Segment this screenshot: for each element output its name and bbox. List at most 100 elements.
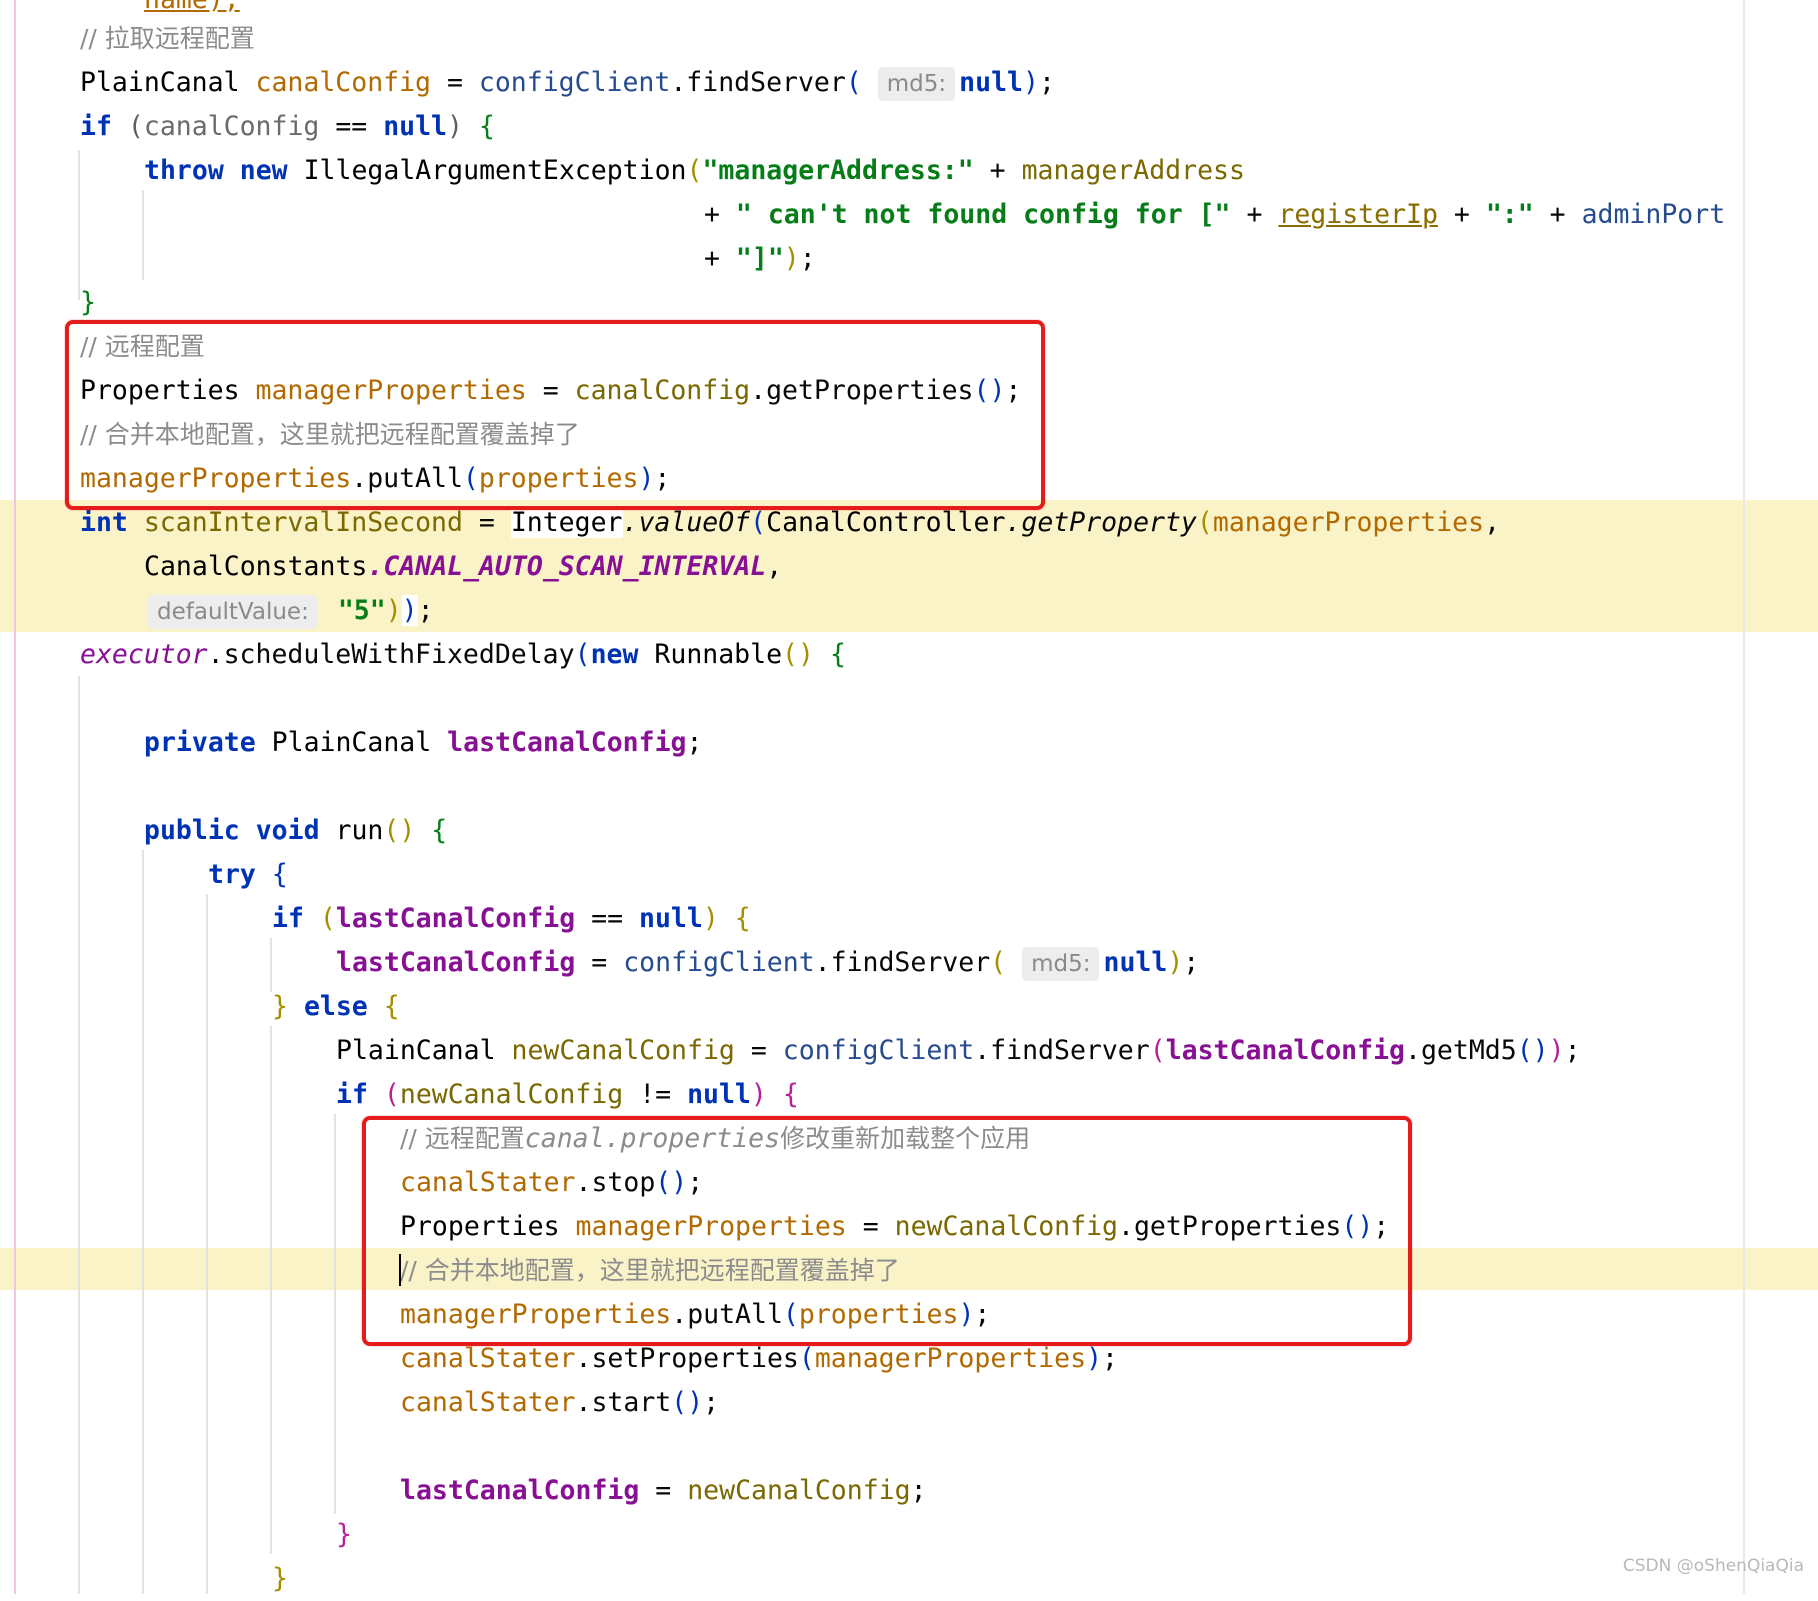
code-keyword: null [639, 903, 703, 934]
code-line: if (lastCanalConfig == null) { [272, 903, 751, 934]
code-token: lastCanalConfig [336, 947, 576, 978]
code-token: ; [910, 1475, 927, 1506]
code-token: } [80, 287, 96, 318]
code-token: = [639, 1475, 688, 1506]
code-token: == [575, 903, 640, 934]
code-line: PlainCanal newCanalConfig = configClient… [336, 1035, 1581, 1066]
code-line: // 拉取远程配置 [80, 17, 255, 61]
code-token: lastCanalConfig [1165, 1035, 1406, 1066]
code-token: = [575, 947, 624, 978]
code-token: CanalController [766, 507, 1006, 538]
code-token: ; [703, 1387, 720, 1418]
code-token: .findServer [814, 947, 991, 978]
code-token: .valueOf [622, 507, 751, 538]
code-token: .getMd5 [1405, 1035, 1517, 1066]
code-token: .getProperty [1005, 507, 1197, 538]
code-token: != [623, 1079, 688, 1110]
code-token: .scheduleWithFixedDelay [207, 639, 575, 670]
code-token: = [431, 67, 479, 98]
code-token: Runnable [654, 639, 783, 670]
code-line: CanalConstants.CANAL_AUTO_SCAN_INTERVAL, [144, 545, 782, 589]
code-token: lastCanalConfig [335, 903, 576, 934]
right-margin-guide [1743, 0, 1745, 1594]
code-editor[interactable]: name); // 拉取远程配置 PlainCanal canalConfig … [0, 0, 1818, 1594]
code-constant: .CANAL_AUTO_SCAN_INTERVAL [367, 551, 767, 582]
code-line: executor.scheduleWithFixedDelay(new Runn… [80, 639, 846, 670]
code-token: , [1484, 507, 1501, 538]
code-keyword: else [303, 991, 368, 1022]
code-token: .setProperties [575, 1343, 799, 1374]
code-keyword: int [80, 507, 128, 538]
code-line: } [80, 281, 96, 325]
code-token: , [766, 551, 783, 582]
code-token: managerAddress [1021, 155, 1245, 186]
code-token: IllegalArgumentException [303, 155, 687, 186]
code-keyword: private [144, 727, 256, 758]
code-token: configClient [782, 1035, 975, 1066]
indent-guide [78, 150, 80, 300]
code-keyword: new [590, 639, 639, 670]
code-token: } [272, 1563, 288, 1594]
code-line: PlainCanal canalConfig = configClient.fi… [80, 61, 1055, 105]
code-token: + [973, 155, 1022, 186]
code-token: = [462, 507, 511, 538]
code-token: adminPort [1581, 199, 1726, 230]
code-token: PlainCanal [271, 727, 432, 758]
code-line: canalStater.start(); [400, 1387, 720, 1418]
code-token: configClient [623, 947, 815, 978]
code-token: + [704, 199, 736, 230]
code-string: " can't not found config for [" [735, 199, 1231, 230]
code-keyword: if [80, 111, 112, 142]
annotation-box-remote-config [65, 320, 1045, 510]
indent-guide [270, 938, 272, 992]
code-token: lastCanalConfig [400, 1475, 640, 1506]
code-token: .findServer [974, 1035, 1150, 1066]
code-token: newCanalConfig [687, 1475, 911, 1506]
code-token: ; [1564, 1035, 1581, 1066]
code-token: CanalConstants [144, 551, 368, 582]
code-string: "]" [735, 243, 784, 274]
code-token: PlainCanal [80, 67, 240, 98]
code-token: scanIntervalInSecond [143, 507, 463, 538]
code-token: Integer [510, 507, 623, 538]
code-keyword: new [239, 155, 288, 186]
code-string: ":" [1485, 199, 1534, 230]
indent-guide [270, 1026, 272, 1554]
code-token: executor [80, 639, 208, 670]
code-token: == [319, 111, 384, 142]
code-token: .findServer [670, 67, 846, 98]
code-line: } [272, 1557, 288, 1601]
code-token: ; [417, 595, 434, 626]
code-token: managerProperties [1212, 507, 1485, 538]
code-line: } [336, 1513, 352, 1557]
code-keyword: try [208, 859, 256, 890]
code-line: lastCanalConfig = configClient.findServe… [336, 941, 1199, 985]
code-line: + "]"); [704, 243, 816, 274]
code-line: if (canalConfig == null) { [80, 111, 495, 142]
code-token: registerIp [1278, 199, 1438, 230]
annotation-box-reload-config [362, 1116, 1412, 1346]
code-keyword: null [1103, 947, 1168, 978]
code-line: defaultValue: "5")); [148, 589, 434, 633]
code-token: managerProperties [814, 1343, 1087, 1374]
gutter-margin-line [14, 0, 16, 1594]
watermark: CSDN @oShenQiaQia [1622, 1556, 1804, 1576]
code-keyword: null [383, 111, 448, 142]
code-keyword: void [255, 815, 320, 846]
code-token: ; [1102, 1343, 1119, 1374]
code-line: lastCanalConfig = newCanalConfig; [400, 1469, 927, 1513]
code-token: = [734, 1035, 783, 1066]
code-token: canalConfig [143, 111, 320, 142]
code-token: + [704, 243, 736, 274]
code-keyword: null [687, 1079, 751, 1110]
code-token: newCanalConfig [399, 1079, 624, 1110]
code-string: "managerAddress:" [702, 155, 974, 186]
code-comment: // 拉取远程配置 [80, 24, 255, 53]
indent-guide [142, 190, 144, 280]
code-keyword: if [272, 903, 304, 934]
indent-guide [142, 850, 144, 1594]
code-token: canalStater [400, 1387, 576, 1418]
indent-guide [206, 894, 208, 1594]
code-line: if (newCanalConfig != null) { [336, 1079, 799, 1110]
code-line: private PlainCanal lastCanalConfig; [144, 721, 702, 765]
